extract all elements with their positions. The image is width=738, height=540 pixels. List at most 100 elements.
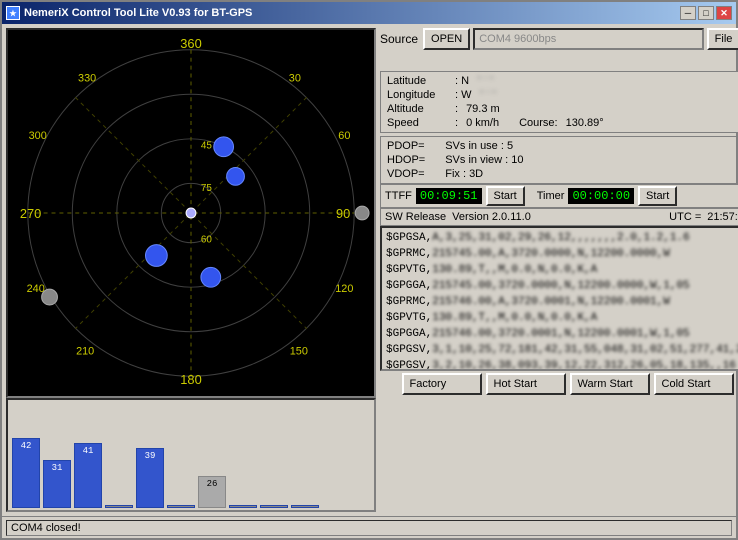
fix-value: 3D xyxy=(469,168,483,180)
sw-version: Version 2.0.11.0 xyxy=(452,211,531,223)
status-text: COM4 closed! xyxy=(6,520,732,536)
sw-release-row: SW Release Version 2.0.11.0 UTC = 21:57:… xyxy=(380,208,738,226)
bar-group xyxy=(167,418,195,508)
nmea-line: $GPRMC,215745.00,A,3720.0000,N,12200.000… xyxy=(386,246,738,262)
svs-view-value: 10 xyxy=(511,154,523,166)
vdop-row: VDOP= xyxy=(387,168,425,180)
svg-text:150: 150 xyxy=(290,345,308,357)
svg-text:300: 300 xyxy=(29,130,47,142)
svg-text:270: 270 xyxy=(20,206,41,221)
bar-group: 31 xyxy=(43,418,71,508)
svs-use-value: 5 xyxy=(507,140,513,152)
latitude-label: Latitude xyxy=(387,75,447,87)
dop-section: PDOP= HDOP= VDOP= SVs in use : 5 SVs in … xyxy=(380,136,738,184)
bar-group: 42 xyxy=(12,418,40,508)
close-button[interactable]: ✕ xyxy=(716,6,732,20)
gps-info-area: Latitude : N ° ' " Longitude : W ° ' " A… xyxy=(380,71,738,397)
com-display: COM4 9600bps xyxy=(473,28,703,50)
bar-group: 26 xyxy=(198,418,226,508)
longitude-label: Longitude xyxy=(387,89,447,101)
hdop-row: HDOP= xyxy=(387,154,425,166)
right-panel: Source OPEN COM4 9600bps File COM NmX La… xyxy=(380,28,738,512)
ttff-start-button[interactable]: Start xyxy=(486,186,525,206)
utc-label: UTC = xyxy=(669,211,701,223)
speed-row: Speed : 0 km/h Course: 130.89° xyxy=(387,117,738,129)
hot-start-button[interactable]: Hot Start xyxy=(486,373,566,395)
speed-value: 0 km/h xyxy=(466,117,499,129)
factory-button[interactable]: Factory xyxy=(402,373,482,395)
bar-group xyxy=(229,418,257,508)
signal-bar-empty xyxy=(229,505,257,508)
left-panel: 360 180 270 90 30 330 60 300 120 240 150 xyxy=(6,28,376,512)
nmea-line: $GPVTG,130.89,T,,M,0.0,N,0.0,K,A xyxy=(386,310,738,326)
altitude-row: Altitude : 79.3 m xyxy=(387,103,738,115)
timer-time: 00:00:00 xyxy=(568,188,634,204)
longitude-value: ° ' " xyxy=(480,89,497,101)
title-bar: ★ NemeriX Control Tool Lite V0.93 for BT… xyxy=(2,2,736,24)
bar-group xyxy=(105,418,133,508)
signal-bar-empty xyxy=(291,505,319,508)
maximize-button[interactable]: □ xyxy=(698,6,714,20)
altitude-sep: : xyxy=(455,103,458,115)
main-content: 360 180 270 90 30 330 60 300 120 240 150 xyxy=(2,24,736,516)
sw-release-label: SW Release xyxy=(385,211,446,223)
bars-container: 42 31 41 xyxy=(6,398,376,512)
signal-bar: 39 xyxy=(136,448,164,508)
cold-start-button[interactable]: Cold Start xyxy=(654,373,734,395)
nmea-line: $GPGGA,215746.00,3720.0001,N,12200.0001,… xyxy=(386,326,738,342)
nmea-log[interactable]: $GPGSA,A,3,25,31,02,29,26,12,,,,,,,2.0,1… xyxy=(380,226,738,371)
nmea-line: $GPRMC,215746.00,A,3720.0001,N,12200.000… xyxy=(386,294,738,310)
bar-group xyxy=(291,418,319,508)
app-icon: ★ xyxy=(6,6,20,20)
nmea-line: $GPGGA,215745.00,3720.0000,N,12200.0000,… xyxy=(386,278,738,294)
ttff-row: TTFF 00:09:51 Start Timer 00:00:00 Start xyxy=(380,184,738,208)
altitude-value: 79.3 m xyxy=(466,103,500,115)
nmea-line: $GPVTG,130.89,T,,M,0.0,N,0.0,K,A xyxy=(386,262,738,278)
svg-text:60: 60 xyxy=(201,235,212,246)
svg-text:90: 90 xyxy=(336,206,350,221)
window-title: NemeriX Control Tool Lite V0.93 for BT-G… xyxy=(24,7,252,19)
gps-info-section: Latitude : N ° ' " Longitude : W ° ' " A… xyxy=(380,71,738,133)
speed-sep: : xyxy=(455,117,458,129)
main-window: ★ NemeriX Control Tool Lite V0.93 for BT… xyxy=(0,0,738,540)
svg-text:60: 60 xyxy=(338,130,350,142)
file-button[interactable]: File xyxy=(707,28,738,50)
ttff-time: 00:09:51 xyxy=(416,188,482,204)
timer-start-button[interactable]: Start xyxy=(638,186,677,206)
warm-start-button[interactable]: Warm Start xyxy=(570,373,650,395)
latitude-value: ° ' " xyxy=(477,75,494,87)
svg-text:330: 330 xyxy=(78,72,96,84)
gps-right-area: Latitude : N ° ' " Longitude : W ° ' " A… xyxy=(380,71,738,397)
longitude-row: Longitude : W ° ' " xyxy=(387,89,738,101)
signal-bar: 26 xyxy=(198,476,226,508)
pdop-row: PDOP= xyxy=(387,140,425,152)
nmea-line: $GPGSV,3,1,10,25,72,181,42,31,55,048,31,… xyxy=(386,342,738,358)
svg-text:180: 180 xyxy=(180,372,201,387)
longitude-dir: : W xyxy=(455,89,472,101)
dop-right: SVs in use : 5 SVs in view : 10 Fix : 3D xyxy=(445,140,523,180)
status-bar: COM4 closed! xyxy=(2,516,736,538)
latitude-dir: : N xyxy=(455,75,469,87)
open-button[interactable]: OPEN xyxy=(423,28,470,50)
svg-text:120: 120 xyxy=(335,283,353,295)
ttff-label: TTFF xyxy=(385,190,412,202)
bar-group: 39 xyxy=(136,418,164,508)
signal-bar: 41 xyxy=(74,443,102,508)
signal-bar-empty xyxy=(167,505,195,508)
bar-group: 41 xyxy=(74,418,102,508)
signal-bar: 42 xyxy=(12,438,40,508)
svs-view-row: SVs in view : 10 xyxy=(445,154,523,166)
svg-text:30: 30 xyxy=(289,72,301,84)
title-bar-text: ★ NemeriX Control Tool Lite V0.93 for BT… xyxy=(6,6,252,20)
latitude-row: Latitude : N ° ' " xyxy=(387,75,738,87)
dop-left: PDOP= HDOP= VDOP= xyxy=(387,140,425,180)
svg-text:75: 75 xyxy=(201,183,212,194)
timer-label: Timer xyxy=(537,190,565,202)
radar-svg: 360 180 270 90 30 330 60 300 120 240 150 xyxy=(8,30,374,396)
svg-text:210: 210 xyxy=(76,345,94,357)
minimize-button[interactable]: ─ xyxy=(680,6,696,20)
title-buttons: ─ □ ✕ xyxy=(680,6,732,20)
bottom-buttons: Factory Hot Start Warm Start Cold Start xyxy=(380,371,738,397)
source-row: Source OPEN COM4 9600bps File COM xyxy=(380,28,738,50)
altitude-label: Altitude xyxy=(387,103,447,115)
